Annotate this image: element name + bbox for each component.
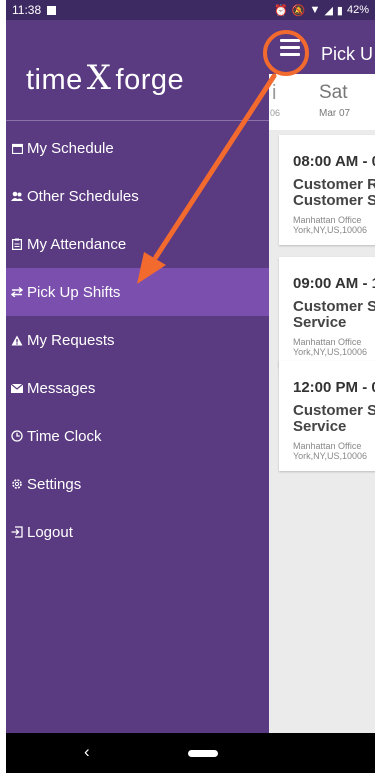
menu-item-other-schedules[interactable]: Other Schedules: [6, 172, 269, 220]
shift-card[interactable]: 12:00 PM - 0 Customer Su Service Manhatt…: [279, 361, 375, 471]
time-forge-logo: time Xforge: [26, 58, 185, 98]
warning-icon: [10, 333, 24, 347]
shift-role: Customer Re Customer Se: [293, 176, 375, 209]
menu-button[interactable]: [275, 32, 305, 62]
pick-up-shifts-screen: Pick U i 06 Sat Mar 07 08:00 AM - 0 Cust…: [269, 20, 375, 733]
battery-icon: ▮: [336, 4, 343, 17]
status-time: 11:38: [12, 3, 42, 17]
shift-location: Manhattan Office York,NY,US,10006: [293, 215, 368, 235]
menu-item-pick-up-shifts[interactable]: Pick Up Shifts: [6, 268, 269, 316]
back-icon[interactable]: ‹: [84, 742, 90, 762]
clock-icon: [10, 429, 24, 443]
phone-screen: 11:38 ⏰ 🔕 ▼ ◢ ▮ 42% Pick U i 06 Sat Mar …: [6, 0, 375, 773]
prev-day-label[interactable]: i: [272, 82, 276, 105]
shift-time: 12:00 PM - 0: [293, 379, 375, 396]
signal-icon: ◢: [324, 4, 333, 17]
shift-role: Customer Su Service: [293, 298, 375, 331]
shift-location: Manhattan Office York,NY,US,10006: [293, 441, 368, 461]
shift-location: Manhattan Office York,NY,US,10006: [293, 337, 368, 357]
gear-icon: [10, 477, 24, 491]
people-icon: [10, 189, 24, 203]
menu-item-my-schedule[interactable]: My Schedule: [6, 124, 269, 172]
image-notification-icon: [47, 5, 57, 15]
envelope-icon: [10, 381, 24, 395]
shift-time: 09:00 AM - 1: [293, 275, 375, 292]
system-nav-bar: ‹: [6, 733, 375, 773]
app-bar: Pick U: [269, 20, 375, 74]
day-tab-date: Mar 07: [319, 108, 351, 119]
calendar-icon: [10, 141, 24, 155]
home-pill-icon[interactable]: [188, 750, 218, 757]
swap-icon: [10, 285, 24, 299]
shift-time: 08:00 AM - 0: [293, 153, 375, 170]
wifi-icon: ▼: [309, 4, 321, 16]
shift-card[interactable]: 08:00 AM - 0 Customer Re Customer Se Man…: [279, 135, 375, 245]
mute-icon: 🔕: [291, 4, 306, 17]
page-title: Pick U: [321, 44, 374, 64]
status-bar: 11:38 ⏰ 🔕 ▼ ◢ ▮ 42%: [6, 0, 375, 20]
hamburger-icon: [280, 39, 300, 42]
clipboard-icon: [10, 237, 24, 251]
logout-icon: [10, 525, 24, 539]
battery-percent: 42%: [346, 4, 369, 16]
day-tab-label[interactable]: Sat: [319, 82, 348, 104]
menu-item-messages[interactable]: Messages: [6, 364, 269, 412]
navigation-drawer: timeXforge My Schedule Other Schedules: [6, 20, 269, 733]
shift-card[interactable]: 09:00 AM - 1 Customer Su Service Manhatt…: [279, 257, 375, 367]
drawer-menu: My Schedule Other Schedules My Attendanc…: [6, 124, 269, 556]
menu-item-my-attendance[interactable]: My Attendance: [6, 220, 269, 268]
alarm-icon: ⏰: [274, 4, 288, 17]
menu-item-my-requests[interactable]: My Requests: [6, 316, 269, 364]
drawer-divider: [6, 120, 269, 121]
menu-item-settings[interactable]: Settings: [6, 460, 269, 508]
menu-item-logout[interactable]: Logout: [6, 508, 269, 556]
prev-date-label: 06: [270, 108, 281, 118]
shift-role: Customer Su Service: [293, 402, 375, 435]
menu-item-time-clock[interactable]: Time Clock: [6, 412, 269, 460]
date-strip: i 06 Sat Mar 07: [269, 74, 375, 130]
